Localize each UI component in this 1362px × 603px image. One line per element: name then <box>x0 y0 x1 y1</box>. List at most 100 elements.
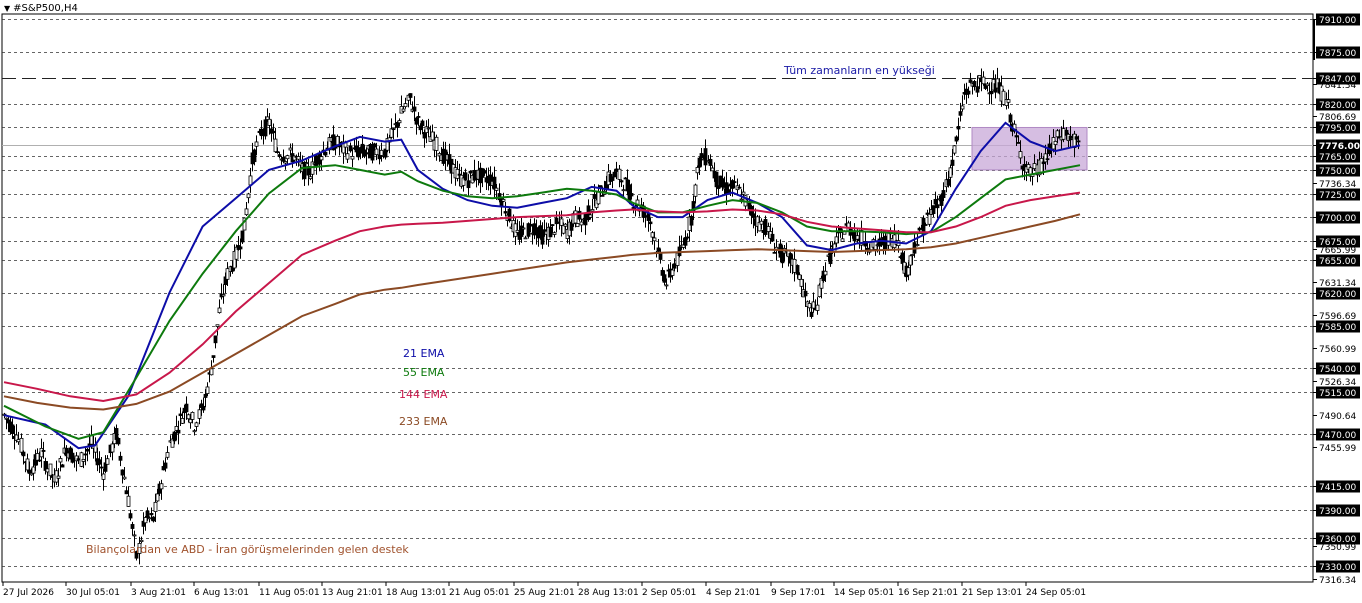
candle-body <box>76 458 81 461</box>
legend-label: 21 EMA <box>403 347 445 360</box>
plot-area <box>1 13 1314 583</box>
candle-body <box>97 459 102 465</box>
candle-body <box>19 437 24 453</box>
candle-body <box>627 184 632 201</box>
candle-body <box>165 452 170 458</box>
candle-body <box>130 524 135 529</box>
candle-body <box>772 251 777 254</box>
candle-body <box>900 252 905 264</box>
candle-body <box>610 176 615 181</box>
candle-body <box>1076 140 1081 143</box>
candle-body <box>492 176 497 190</box>
candle-body <box>503 211 508 214</box>
candle-body <box>693 184 698 197</box>
candle-body <box>482 170 487 174</box>
candle-body <box>221 294 226 297</box>
candle-body <box>809 311 814 317</box>
candle-body <box>523 237 528 240</box>
candle-body <box>799 278 804 287</box>
candle-body <box>345 153 350 160</box>
candle-body <box>1043 153 1048 163</box>
candle-body <box>552 232 557 235</box>
candle-body <box>120 469 125 476</box>
candle-body <box>178 413 183 417</box>
candle-body <box>1008 114 1013 123</box>
candle-body <box>126 495 131 507</box>
candle-body <box>954 136 959 142</box>
chart-window[interactable]: 7910.00 7875.00 7847.00 7841.34 7820.00 7806.… <box>0 0 1362 603</box>
candle-body <box>1006 99 1011 103</box>
candle-body <box>335 135 340 146</box>
candle-body <box>246 193 251 199</box>
legend-label: 233 EMA <box>399 415 448 428</box>
candle-body <box>190 411 195 420</box>
price-label: 7390.00 <box>1319 507 1356 517</box>
time-label: 14 Sep 05:01 <box>834 588 894 598</box>
candle-body <box>403 103 408 108</box>
candle-body <box>908 255 913 266</box>
price-chart[interactable]: 7910.007875.007847.007841.347820.007806.… <box>0 0 1362 603</box>
price-label: 7455.99 <box>1319 444 1356 454</box>
candle-body <box>656 247 661 252</box>
candle-body <box>708 158 713 166</box>
candle-body <box>619 180 624 183</box>
candle-body <box>283 161 288 164</box>
candle-body <box>1045 158 1050 161</box>
candle-body <box>703 148 708 166</box>
candle-body <box>1032 163 1037 170</box>
candle-body <box>163 462 168 469</box>
candle-body <box>159 483 164 490</box>
candle-body <box>395 121 400 128</box>
candle-body <box>468 170 473 174</box>
time-label: 24 Sep 05:01 <box>1026 588 1086 598</box>
time-label: 3 Aug 21:01 <box>131 588 186 598</box>
candle-body <box>612 171 617 178</box>
candle-body <box>194 422 199 427</box>
candle-body <box>466 180 471 189</box>
time-label: 30 Jul 05:01 <box>66 588 120 598</box>
candle-body <box>1001 90 1006 105</box>
candle-body <box>128 513 133 519</box>
candle-body <box>408 93 413 98</box>
chart-header: ▼ #S&P500,H4 <box>4 3 78 14</box>
legend-label: 144 EMA <box>399 388 448 401</box>
candle-body <box>1055 130 1060 138</box>
dropdown-arrow-icon[interactable]: ▼ <box>4 4 10 13</box>
candle-body <box>948 167 953 178</box>
candle-body <box>314 155 319 166</box>
price-label: 7910.00 <box>1319 16 1356 26</box>
candle-body <box>56 475 61 479</box>
candle-body <box>588 214 593 218</box>
time-label: 9 Sep 17:01 <box>771 588 825 598</box>
candle-body <box>45 468 50 473</box>
candle-body <box>25 458 30 471</box>
candle-body <box>414 117 419 125</box>
candle-body <box>372 143 377 148</box>
candle-body <box>149 513 154 516</box>
candle-body <box>285 155 290 160</box>
time-label: 27 Jul 2026 <box>3 588 54 598</box>
candle-body <box>240 230 245 243</box>
candle-body <box>672 263 677 269</box>
candle-body <box>763 219 768 235</box>
candle-body <box>348 145 353 152</box>
candle-body <box>151 516 156 522</box>
candle-body <box>732 181 737 184</box>
candle-body <box>48 463 53 477</box>
candle-body <box>739 198 744 201</box>
price-label: 7415.00 <box>1319 483 1356 493</box>
price-label: 7820.00 <box>1319 101 1356 111</box>
candle-body <box>172 431 177 442</box>
candle-body <box>662 274 667 283</box>
support-annotation: Bilançolardan ve ABD - İran görüşmelerin… <box>86 543 409 556</box>
candle-body <box>923 224 928 226</box>
candle-body <box>60 464 65 468</box>
candle-body <box>575 223 580 228</box>
candle-body <box>494 187 499 191</box>
candle-body <box>401 108 406 112</box>
candle-body <box>416 116 421 118</box>
price-label: 7330.00 <box>1319 563 1356 573</box>
candle-body <box>184 403 189 413</box>
candle-body <box>658 253 663 260</box>
candle-body <box>614 168 619 172</box>
